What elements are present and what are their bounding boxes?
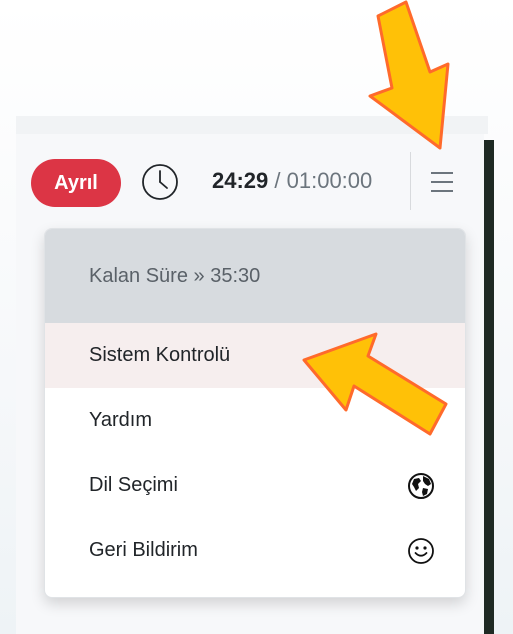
timer-separator: /: [268, 168, 287, 193]
exam-timer: 24:29 / 01:00:00: [212, 168, 372, 194]
toolbar-divider: [410, 152, 411, 210]
leave-button[interactable]: Ayrıl: [31, 159, 121, 207]
menu-item-label: Dil Seçimi: [89, 474, 178, 496]
elapsed-time: 24:29: [212, 168, 269, 193]
menu-item-label: Sistem Kontrolü: [89, 344, 231, 366]
content-edge: [484, 140, 494, 634]
menu-item-language[interactable]: Dil Seçimi: [45, 453, 465, 518]
globe-icon: [408, 472, 434, 499]
hamburger-menu-button[interactable]: [420, 160, 464, 204]
menu-item-label: Geri Bildirim: [89, 539, 198, 561]
annotation-arrow-left: [302, 332, 448, 436]
hamburger-line: [431, 172, 453, 174]
hamburger-line: [431, 190, 453, 192]
clock-icon: [142, 164, 178, 200]
menu-item-feedback[interactable]: Geri Bildirim: [45, 518, 465, 583]
menu-item-label: Yardım: [89, 409, 152, 431]
annotation-arrow-down: [368, 0, 450, 150]
hamburger-line: [431, 181, 453, 183]
remaining-time: Kalan Süre » 35:30: [45, 229, 465, 323]
total-time: 01:00:00: [286, 168, 373, 193]
smiley-icon: [408, 537, 434, 564]
